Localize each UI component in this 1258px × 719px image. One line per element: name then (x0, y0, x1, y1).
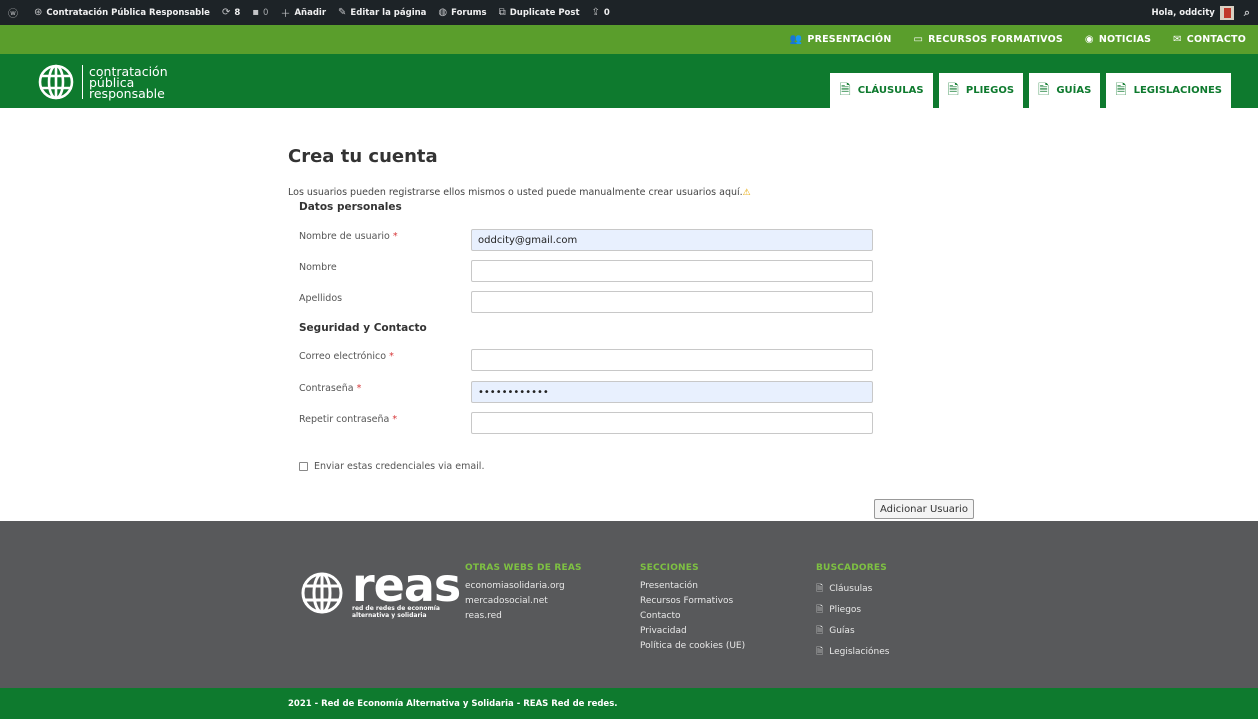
avatar[interactable] (1219, 5, 1234, 20)
site-header: contratación pública responsable 🗎 CLÁUSU… (0, 54, 1258, 108)
nav-item-contacto[interactable]: ✉ CONTACTO (1173, 34, 1246, 45)
document-search-icon: 🗎 (839, 81, 851, 98)
lastname-input[interactable] (471, 291, 873, 313)
document-search-icon: 🗎 (1038, 81, 1050, 98)
footer-link[interactable]: Presentación (640, 581, 745, 591)
intro-text: Los usuarios pueden registrarse ellos mi… (288, 187, 751, 198)
forums-link[interactable]: ◍ Forums (438, 7, 486, 18)
tab-clausulas[interactable]: 🗎 CLÁUSULAS (830, 73, 933, 108)
send-credentials-option: Enviar estas credenciales via email. (299, 461, 484, 472)
footer-col-webs: OTRAS WEBS DE REAS economiasolidaria.org… (465, 563, 582, 621)
document-search-icon: 🗎 (816, 605, 824, 615)
firstname-label: Nombre (299, 262, 337, 273)
add-user-button[interactable]: Adicionar Usuario (874, 499, 974, 519)
document-search-icon: 🗎 (816, 647, 824, 657)
comment-icon: ▪ (252, 7, 260, 18)
pencil-icon: ✎ (338, 7, 347, 18)
footer-link[interactable]: mercadosocial.net (465, 596, 582, 606)
copyright-bar: 2021 - Red de Economía Alternativa y Sol… (0, 688, 1258, 719)
card-icon: ▭ (913, 34, 924, 45)
site-footer: reas red de redes de economía alternativ… (0, 521, 1258, 688)
footer-link[interactable]: Contacto (640, 611, 745, 621)
globe-icon: ◉ (1084, 34, 1094, 45)
document-search-icon: 🗎 (947, 81, 959, 98)
globe-logo-icon (38, 64, 74, 100)
username-input[interactable]: oddcity@gmail.com (471, 229, 873, 251)
people-icon: 👥 (789, 34, 803, 45)
admin-bar: ⓦ ⊛ Contratación Pública Responsable ⟳ 8 ▪… (0, 0, 1258, 25)
header-tabs: 🗎 CLÁUSULAS 🗎 PLIEGOS 🗎 GUÍAS 🗎 LEGISLACIONE… (824, 73, 1231, 108)
section-personal-heading: Datos personales (299, 201, 402, 213)
wordpress-logo-icon[interactable]: ⓦ (8, 5, 22, 20)
nav-item-recursos[interactable]: ▭ RECURSOS FORMATIVOS (913, 34, 1062, 45)
footer-link[interactable]: 🗎 Cláusulas (816, 581, 889, 597)
footer-link[interactable]: economiasolidaria.org (465, 581, 582, 591)
document-search-icon: 🗎 (816, 584, 824, 594)
username-label: Nombre de usuario * (299, 231, 398, 242)
tab-guias[interactable]: 🗎 GUÍAS (1029, 73, 1101, 108)
password-input[interactable]: •••••••••••• (471, 381, 873, 403)
footer-link[interactable]: 🗎 Guías (816, 623, 889, 639)
send-credentials-checkbox[interactable] (299, 462, 308, 471)
reas-logo[interactable]: reas red de redes de economía alternativ… (298, 562, 461, 619)
site-logo[interactable]: contratación pública responsable (36, 62, 168, 102)
password-repeat-label: Repetir contraseña * (299, 414, 398, 425)
logo-text: contratación pública responsable (89, 63, 168, 101)
footer-link[interactable]: reas.red (465, 611, 582, 621)
email-label: Correo electrónico * (299, 351, 394, 362)
envelope-icon: ✉ (1173, 34, 1182, 45)
top-navigation: 👥 PRESENTACIÓN ▭ RECURSOS FORMATIVOS ◉ NOTI… (0, 25, 1258, 54)
plus-icon: ＋ (280, 9, 291, 20)
document-search-icon: 🗎 (816, 626, 824, 636)
footer-link[interactable]: 🗎 Pliegos (816, 602, 889, 618)
tab-legislaciones[interactable]: 🗎 LEGISLACIONES (1106, 73, 1231, 108)
updates-link[interactable]: ⟳ 8 (222, 7, 240, 18)
footer-link[interactable]: 🗎 Legislaciónes (816, 644, 889, 660)
email-input[interactable] (471, 349, 873, 371)
nav-item-noticias[interactable]: ◉ NOTICIAS (1085, 34, 1151, 45)
edit-page-link[interactable]: ✎ Editar la página (338, 7, 426, 18)
footer-link[interactable]: Privacidad (640, 626, 745, 636)
nav-item-presentacion[interactable]: 👥 PRESENTACIÓN (790, 34, 892, 45)
extra-counter-link[interactable]: ⇪ 0 (592, 7, 610, 18)
new-content-link[interactable]: ＋ Añadir (280, 5, 326, 21)
upload-icon: ⇪ (591, 7, 600, 18)
comments-link[interactable]: ▪ 0 (252, 7, 268, 18)
tab-pliegos[interactable]: 🗎 PLIEGOS (938, 73, 1024, 108)
page-title: Crea tu cuenta (288, 146, 438, 167)
logo-divider (82, 65, 83, 99)
search-icon[interactable]: ⌕ (1244, 6, 1250, 20)
warning-icon: ⚠ (742, 188, 751, 198)
section-security-heading: Seguridad y Contacto (299, 322, 427, 334)
footer-col-sections: SECCIONES Presentación Recursos Formativ… (640, 563, 746, 651)
account-greeting[interactable]: Hola, oddcity (1151, 8, 1214, 18)
document-search-icon: 🗎 (1115, 81, 1127, 98)
site-name-link[interactable]: ⊛ Contratación Pública Responsable (34, 7, 210, 18)
refresh-icon: ⟳ (221, 7, 231, 18)
registration-form: Crea tu cuenta Los usuarios pueden regis… (288, 108, 988, 521)
copyright-text: 2021 - Red de Economía Alternativa y Sol… (288, 698, 618, 709)
dashboard-icon: ⊛ (34, 7, 43, 18)
footer-col-search: BUSCADORES 🗎 Cláusulas 🗎 Pliegos 🗎 Guías 🗎 L… (816, 563, 889, 665)
password-label: Contraseña * (299, 383, 362, 394)
duplicate-icon: ⧉ (498, 7, 506, 18)
lastname-label: Apellidos (299, 293, 343, 304)
password-repeat-input[interactable] (471, 412, 873, 434)
forums-icon: ◍ (438, 7, 448, 18)
reas-globe-icon (301, 572, 343, 614)
duplicate-post-link[interactable]: ⧉ Duplicate Post (499, 7, 580, 18)
footer-link[interactable]: Política de cookies (UE) (640, 641, 745, 651)
firstname-input[interactable] (471, 260, 873, 282)
footer-link[interactable]: Recursos Formativos (640, 596, 745, 606)
